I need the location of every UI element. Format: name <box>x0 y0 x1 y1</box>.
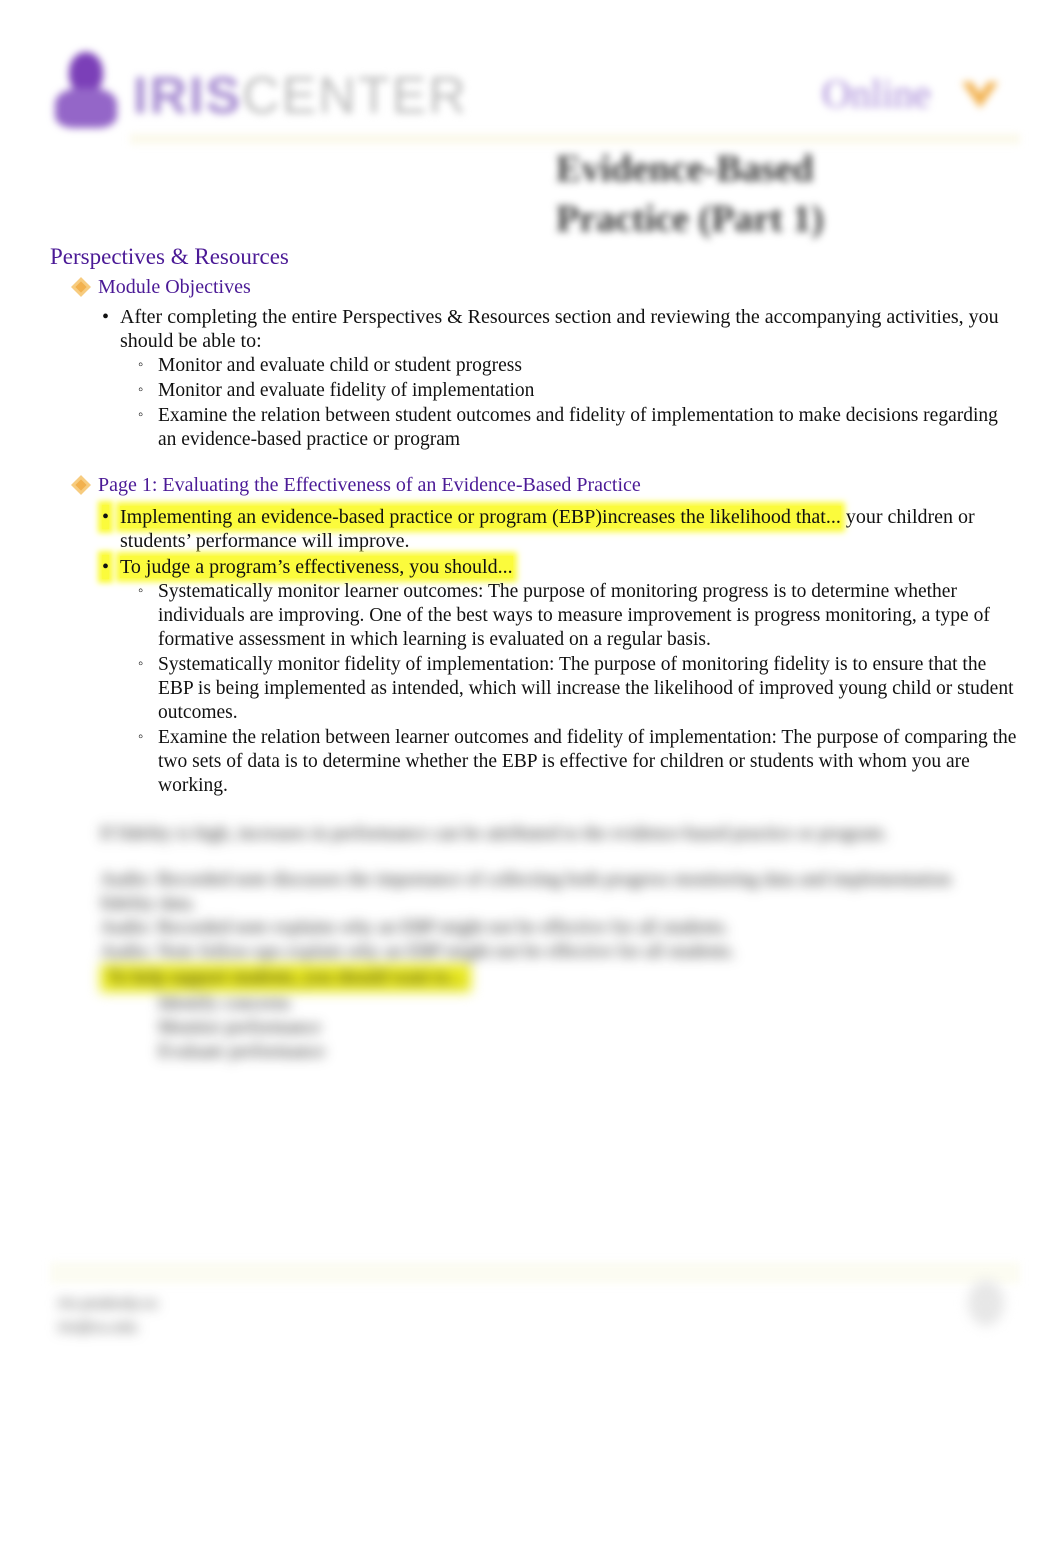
blurred-line: Audio: Note follow-ups explain why an EB… <box>100 941 736 962</box>
blurred-subitem: Evaluate performance <box>158 1041 326 1062</box>
vanderbilt-v-icon[interactable] <box>960 78 1000 110</box>
objectives-intro: • After completing the entire Perspectiv… <box>102 306 999 352</box>
objective-item: ◦ Monitor and evaluate child or student … <box>138 355 522 376</box>
bullet-icon: • <box>102 505 110 529</box>
objective-item: ◦ Examine the relation between student o… <box>138 405 998 450</box>
module-objectives-section: Module Objectives • After completing the… <box>50 276 1020 452</box>
blurred-highlight: To help support students, you should wan… <box>100 964 471 992</box>
logo-figure-icon <box>55 52 117 130</box>
ebp-likelihood-point: • Implementing an evidence-based practic… <box>102 505 975 552</box>
circle-bullet-icon: ◦ <box>138 357 144 373</box>
circle-bullet-icon: ◦ <box>138 656 144 672</box>
blurred-line: If fidelity is high, increases in perfor… <box>100 823 888 844</box>
effectiveness-step: ◦ Systematically monitor fidelity of imp… <box>138 654 1014 723</box>
blurred-line: Audio: Recorded note discusses the impor… <box>100 869 952 914</box>
bullet-icon: • <box>102 306 110 328</box>
iris-center-logo[interactable]: IRISCENTER <box>55 52 466 132</box>
footer-info: iris.peabody.vu iris@vu.edu <box>58 1295 158 1336</box>
effectiveness-step: ◦ Examine the relation between learner o… <box>138 727 1017 796</box>
page1-heading: Page 1: Evaluating the Effectiveness of … <box>50 474 1020 497</box>
page1-section: Page 1: Evaluating the Effectiveness of … <box>50 474 1020 798</box>
section-title: Perspectives & Resources <box>50 244 289 269</box>
document-title: Evidence-Based Practice (Part 1) <box>556 148 824 240</box>
highlighted-text: Implementing an evidence-based practice … <box>120 506 841 528</box>
bullet-icon: • <box>102 555 110 579</box>
blurred-subitem: Identify concerns <box>158 993 291 1014</box>
blurred-content: If fidelity is high, increases in perfor… <box>100 822 1000 1064</box>
page-number-badge <box>968 1280 1004 1326</box>
effectiveness-step: ◦ Systematically monitor learner outcome… <box>138 581 990 650</box>
objective-item: ◦ Monitor and evaluate fidelity of imple… <box>138 380 535 401</box>
diamond-bullet-icon <box>71 475 91 495</box>
circle-bullet-icon: ◦ <box>138 407 144 423</box>
blurred-line: Audio: Recorded note explains why an EBP… <box>100 917 729 938</box>
footer-divider <box>50 1262 1020 1284</box>
blurred-subitem: Monitor performance <box>158 1017 322 1038</box>
document-body: Perspectives & Resources Module Objectiv… <box>50 244 1020 798</box>
logo-wordmark: IRISCENTER <box>133 67 468 125</box>
highlighted-text: To judge a program’s effectiveness, you … <box>120 556 513 578</box>
online-link[interactable]: Online <box>822 70 931 117</box>
judge-effectiveness-point: • To judge a program’s effectiveness, yo… <box>50 555 1020 579</box>
circle-bullet-icon: ◦ <box>138 583 144 599</box>
header-divider <box>130 134 1020 144</box>
circle-bullet-icon: ◦ <box>138 729 144 745</box>
diamond-bullet-icon <box>71 277 91 297</box>
circle-bullet-icon: ◦ <box>138 382 144 398</box>
module-objectives-heading: Module Objectives <box>50 276 1020 299</box>
